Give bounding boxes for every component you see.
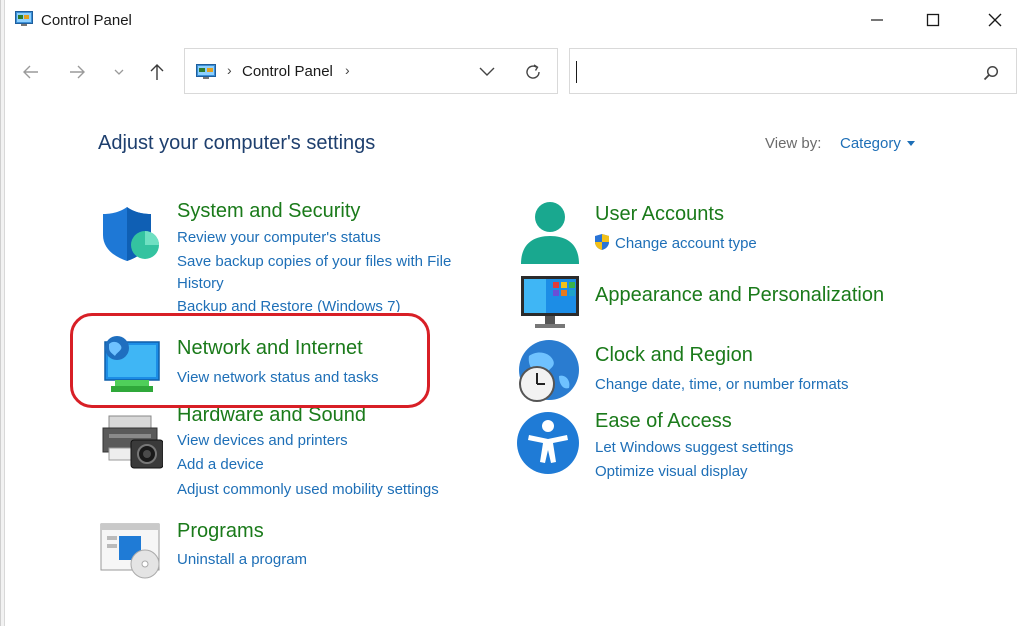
navigation-bar: › Control Panel ›	[5, 48, 1024, 96]
caret-down-icon[interactable]	[907, 141, 915, 146]
uninstall-program-link[interactable]: Uninstall a program	[177, 551, 307, 568]
maximize-button[interactable]	[905, 0, 961, 40]
close-icon	[988, 13, 1002, 27]
change-account-type-link[interactable]: Change account type	[615, 235, 757, 252]
breadcrumb-control-panel[interactable]: Control Panel	[242, 63, 333, 80]
highlight-annotation	[70, 313, 430, 408]
windows-suggest-settings-link[interactable]: Let Windows suggest settings	[595, 439, 793, 456]
view-by-label: View by:	[765, 135, 822, 152]
page-title: Adjust your computer's settings	[98, 132, 376, 154]
search-icon	[983, 65, 999, 81]
chevron-down-icon	[114, 69, 124, 75]
text-cursor	[576, 61, 577, 83]
title-bar: Control Panel	[5, 0, 1024, 40]
maximize-icon	[926, 13, 940, 27]
forward-button[interactable]	[63, 58, 91, 86]
minimize-icon	[871, 19, 883, 21]
arrow-up-icon	[150, 64, 164, 80]
uac-shield-icon	[595, 234, 609, 250]
date-time-formats-link[interactable]: Change date, time, or number formats	[595, 376, 848, 393]
shield-icon[interactable]	[101, 205, 163, 263]
recent-locations-button[interactable]	[105, 58, 133, 86]
review-status-link[interactable]: Review your computer's status	[177, 229, 381, 246]
refresh-icon	[526, 64, 540, 79]
programs-icon[interactable]	[99, 522, 163, 580]
window-title: Control Panel	[41, 12, 132, 29]
appearance-personalization-title[interactable]: Appearance and Personalization	[595, 284, 884, 307]
user-accounts-title[interactable]: User Accounts	[595, 203, 724, 226]
breadcrumb-separator-icon[interactable]: ›	[345, 62, 350, 78]
address-dropdown-button[interactable]	[475, 61, 499, 83]
minimize-button[interactable]	[849, 0, 905, 40]
accessibility-icon[interactable]	[515, 410, 581, 476]
mobility-settings-link[interactable]: Adjust commonly used mobility settings	[177, 481, 439, 498]
chevron-down-icon	[479, 67, 495, 76]
breadcrumb-separator-icon[interactable]: ›	[227, 62, 232, 78]
search-input[interactable]	[580, 59, 960, 85]
close-button[interactable]	[967, 0, 1023, 40]
add-device-link[interactable]: Add a device	[177, 456, 264, 473]
control-panel-icon	[196, 64, 216, 79]
up-button[interactable]	[143, 58, 171, 86]
arrow-left-icon	[23, 65, 38, 79]
view-by-dropdown[interactable]: Category	[840, 135, 901, 152]
appearance-monitor-icon[interactable]	[519, 274, 581, 330]
devices-printers-link[interactable]: View devices and printers	[177, 432, 348, 449]
optimize-visual-display-link[interactable]: Optimize visual display	[595, 463, 748, 480]
clock-and-region-title[interactable]: Clock and Region	[595, 344, 753, 367]
address-bar[interactable]: › Control Panel ›	[184, 48, 558, 94]
clock-globe-icon[interactable]	[515, 338, 581, 404]
user-accounts-icon[interactable]	[519, 200, 581, 266]
control-panel-app-icon	[15, 11, 33, 26]
ease-of-access-title[interactable]: Ease of Access	[595, 410, 732, 433]
programs-title[interactable]: Programs	[177, 520, 264, 543]
back-button[interactable]	[17, 58, 45, 86]
file-history-link[interactable]: Save backup copies of your files with Fi…	[177, 253, 451, 270]
arrow-right-icon	[70, 65, 85, 79]
system-and-security-title[interactable]: System and Security	[177, 200, 360, 223]
control-panel-window: Control Panel › Control Panel › Adjust y…	[0, 0, 1024, 626]
search-button[interactable]	[980, 62, 1002, 84]
backup-restore-link[interactable]: Backup and Restore (Windows 7)	[177, 298, 400, 312]
printer-camera-icon[interactable]	[101, 414, 163, 470]
file-history-link-cont[interactable]: History	[177, 275, 224, 292]
search-box[interactable]	[569, 48, 1017, 94]
refresh-button[interactable]	[521, 61, 545, 83]
